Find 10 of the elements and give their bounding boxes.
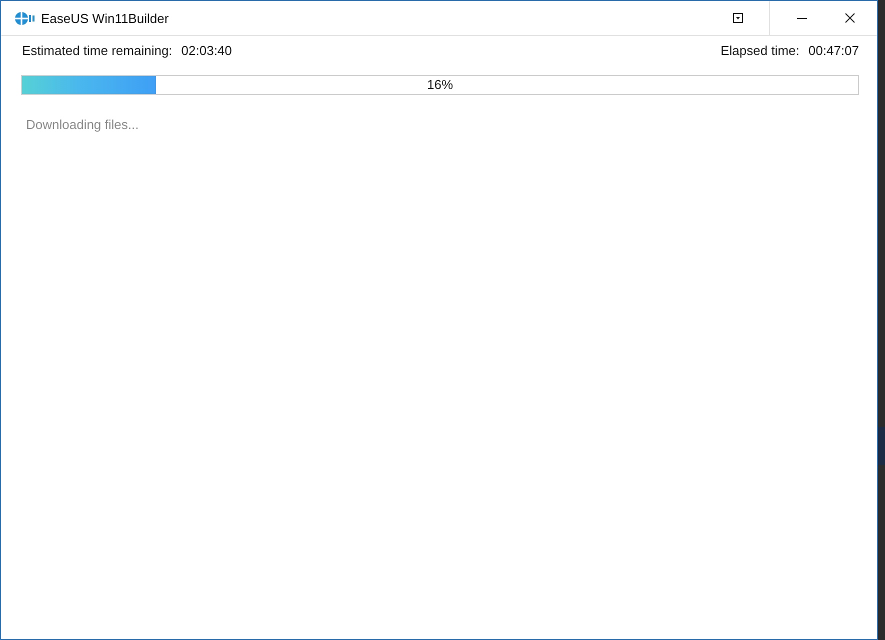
dropdown-box-icon: [733, 13, 743, 23]
remaining-time: 02:03:40: [181, 42, 232, 60]
close-icon: [845, 13, 855, 23]
app-logo-icon: [15, 12, 35, 24]
elapsed-time: 00:47:07: [808, 42, 859, 60]
window-title: EaseUS Win11Builder: [41, 10, 169, 26]
remaining-label: Estimated time remaining:: [22, 42, 172, 60]
elapsed-label: Elapsed time:: [720, 42, 800, 60]
progress-percent: 16%: [426, 77, 454, 93]
status-text: Downloading files...: [25, 116, 139, 134]
